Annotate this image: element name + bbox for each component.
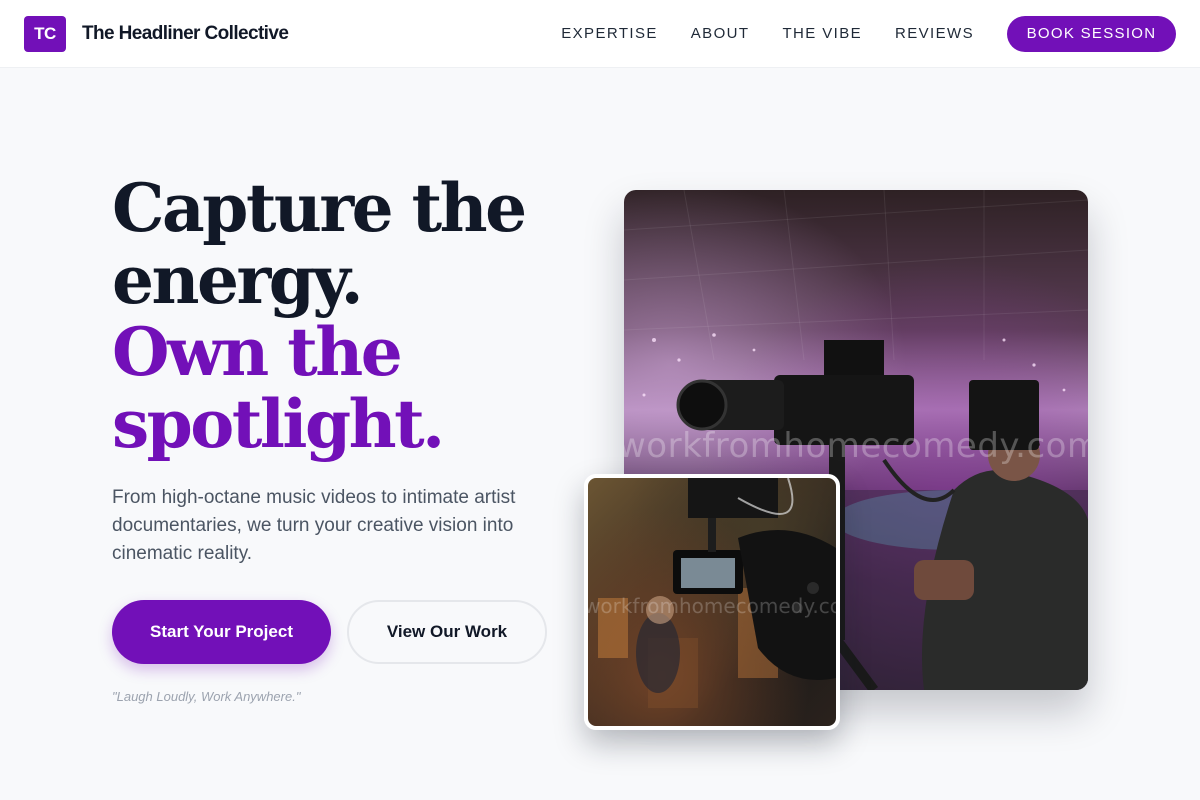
nav-link-reviews[interactable]: REVIEWS — [895, 25, 974, 42]
main-photo-watermark: workfromhomecomedy.com — [624, 426, 1088, 466]
main-nav: EXPERTISE ABOUT THE VIBE REVIEWS BOOK SE… — [561, 15, 1176, 52]
hero-headline: Capture the energy. Own the spotlight. — [112, 172, 592, 460]
view-work-button[interactable]: View Our Work — [347, 600, 547, 664]
start-project-button[interactable]: Start Your Project — [112, 600, 331, 664]
headline-line-1: Capture the energy. — [112, 169, 527, 319]
inset-photo-watermark: workfromhomecomedy.com — [584, 594, 840, 618]
camera-monitor-photo: workfromhomecomedy.com — [584, 474, 840, 730]
nav-link-expertise[interactable]: EXPERTISE — [561, 25, 658, 42]
logo-mark[interactable]: TC — [24, 15, 66, 52]
hero-tagline: "Laugh Loudly, Work Anywhere." — [112, 689, 301, 704]
nav-link-about[interactable]: ABOUT — [691, 25, 750, 42]
site-header: TC The Headliner Collective EXPERTISE AB… — [0, 0, 1200, 68]
hero-subtext: From high-octane music videos to intimat… — [112, 487, 516, 564]
brand-name[interactable]: The Headliner Collective — [82, 23, 289, 45]
headline-line-2-accent: Own the spotlight. — [112, 313, 445, 463]
nav-link-the-vibe[interactable]: THE VIBE — [782, 25, 862, 42]
book-session-button[interactable]: BOOK SESSION — [1007, 15, 1176, 52]
